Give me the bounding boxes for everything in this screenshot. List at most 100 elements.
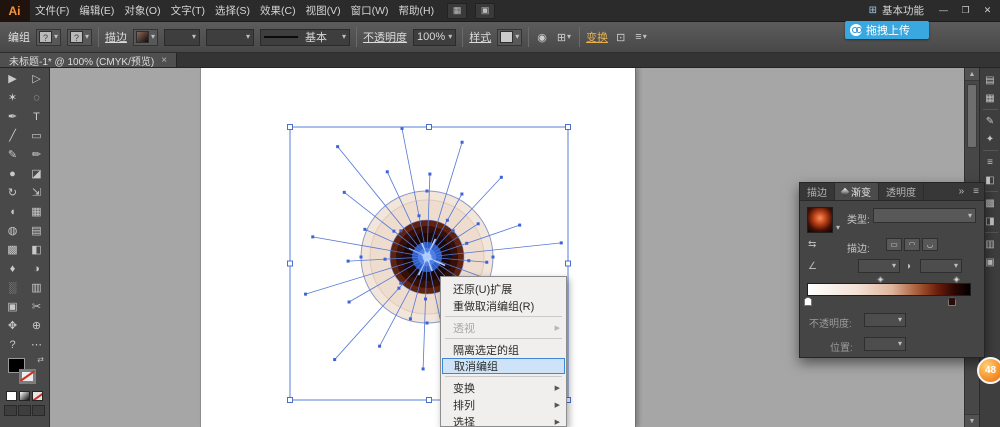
opacity-link[interactable]: 不透明度	[363, 29, 407, 45]
line-segment-tool[interactable]: ╱	[1, 126, 25, 145]
perspective-grid-tool[interactable]: ▤	[25, 221, 49, 240]
gradient-midpoint[interactable]	[952, 275, 961, 284]
draw-inside-button[interactable]	[32, 405, 45, 416]
tab-close-icon[interactable]: ×	[161, 55, 167, 66]
context-menu-item-ungroup[interactable]: 取消编组	[442, 358, 565, 374]
edit-toolbar-button[interactable]: ⋯	[25, 335, 49, 354]
eyedropper-tool[interactable]: ♦	[1, 259, 25, 278]
scrollbar-thumb[interactable]	[967, 84, 977, 148]
gradient-stop-end[interactable]	[948, 297, 956, 306]
magic-wand-tool[interactable]: ✶	[1, 88, 25, 107]
stroke-color-well[interactable]: ? ▾	[67, 28, 93, 46]
context-menu-item-isolate-selected-group[interactable]: 隔离选定的组	[441, 341, 566, 358]
stop-position-field[interactable]: ▾	[864, 337, 906, 351]
opacity-select[interactable]: 100% ▾	[413, 28, 457, 46]
shape-builder-tool[interactable]: ◍	[1, 221, 25, 240]
layout-switch-icon[interactable]: ▣	[475, 2, 496, 19]
gradient-type-select[interactable]: ▾	[873, 208, 976, 223]
stop-opacity-field[interactable]: ▾	[864, 313, 906, 327]
panel-menu-icon[interactable]: ≡	[968, 186, 984, 197]
menu-view[interactable]: 视图(V)	[301, 0, 346, 22]
drag-upload-button[interactable]: 拖拽上传	[845, 21, 929, 39]
draw-normal-button[interactable]	[4, 405, 17, 416]
free-transform-tool[interactable]: ▦	[25, 202, 49, 221]
menu-file[interactable]: 文件(F)	[30, 0, 74, 22]
color-button[interactable]	[6, 391, 17, 401]
selection-tool[interactable]: ▶	[1, 69, 25, 88]
hand-tool[interactable]: ✥	[1, 316, 25, 335]
control-panel-menu[interactable]: ≡ ▾	[633, 31, 648, 43]
blend-tool[interactable]: ◑	[25, 259, 49, 278]
align-dropdown[interactable]: ⊞ ▾	[555, 31, 573, 44]
scroll-up-icon[interactable]: ▲	[965, 68, 979, 81]
fill-color-well[interactable]: ? ▾	[36, 28, 62, 46]
swap-fill-stroke-icon[interactable]: ⇄	[37, 355, 44, 364]
symbols-panel-icon[interactable]: ✦	[982, 132, 998, 146]
type-tool[interactable]: T	[25, 107, 49, 126]
gradient-preset-dropdown-icon[interactable]: ▾	[836, 223, 840, 232]
stroke-across-button[interactable]: ◡	[922, 238, 938, 251]
reverse-gradient-icon[interactable]: ⇆	[808, 239, 816, 250]
gradient-preview-swatch[interactable]	[807, 207, 833, 233]
stroke-panel-icon[interactable]: ≡	[982, 155, 998, 169]
menu-type[interactable]: 文字(T)	[166, 0, 210, 22]
gradient-stop-start[interactable]	[804, 297, 812, 306]
menu-object[interactable]: 对象(O)	[119, 0, 165, 22]
draw-behind-button[interactable]	[18, 405, 31, 416]
direct-selection-tool[interactable]: ▷	[25, 69, 49, 88]
help-tool[interactable]: ?	[1, 335, 25, 354]
angle-field[interactable]: ▾	[858, 259, 900, 273]
panel-collapse-icon[interactable]: »	[955, 186, 969, 197]
stroke-panel-link[interactable]: 描边	[105, 29, 127, 45]
variable-width-select[interactable]: ▾	[206, 28, 255, 46]
tab-gradient[interactable]: 渐变	[835, 183, 879, 200]
scale-tool[interactable]: ⇲	[25, 183, 49, 202]
context-menu-item-undo-expand[interactable]: 还原(U)扩展	[441, 280, 566, 297]
notification-badge[interactable]: 48	[977, 357, 1000, 384]
artboard-tool[interactable]: ▣	[1, 297, 25, 316]
lasso-tool[interactable]: ◌	[25, 88, 49, 107]
column-graph-tool[interactable]: ▥	[25, 278, 49, 297]
aspect-ratio-field[interactable]: ▾	[920, 259, 962, 273]
menu-help[interactable]: 帮助(H)	[394, 0, 440, 22]
brush-definition-select[interactable]: 基本 ▾	[260, 28, 351, 46]
zoom-tool[interactable]: ⊕	[25, 316, 49, 335]
stroke-swatch[interactable]	[19, 369, 36, 384]
graphic-style-link[interactable]: 样式	[469, 29, 491, 45]
tab-stroke[interactable]: 描边	[800, 183, 835, 200]
isolate-mode-icon[interactable]: ⊡	[614, 31, 627, 44]
arrange-documents-icon[interactable]: ▦	[447, 2, 468, 19]
menu-window[interactable]: 窗口(W)	[346, 0, 394, 22]
width-tool[interactable]: ◖	[1, 202, 25, 221]
swatches-panel-icon[interactable]: ▦	[982, 91, 998, 105]
menu-select[interactable]: 选择(S)	[210, 0, 255, 22]
symbol-sprayer-tool[interactable]: ░	[1, 278, 25, 297]
document-tab[interactable]: 未标题-1* @ 100% (CMYK/预览) ×	[0, 53, 178, 68]
close-button[interactable]: ✕	[978, 3, 997, 19]
context-menu-item-arrange[interactable]: 排列 ▶	[441, 396, 566, 413]
context-menu-item-transform[interactable]: 变换 ▶	[441, 379, 566, 396]
mesh-tool[interactable]: ▩	[1, 240, 25, 259]
none-button[interactable]	[32, 391, 43, 401]
rectangle-tool[interactable]: ▭	[25, 126, 49, 145]
eraser-tool[interactable]: ◪	[25, 164, 49, 183]
stroke-along-button[interactable]: ◠	[904, 238, 920, 251]
context-menu-item-select[interactable]: 选择 ▶	[441, 413, 566, 427]
rotate-tool[interactable]: ↻	[1, 183, 25, 202]
context-menu-item-redo-ungroup[interactable]: 重做取消编组(R)	[441, 297, 566, 314]
stroke-gradient-swatch[interactable]: ▾	[133, 28, 159, 46]
slice-tool[interactable]: ✂	[25, 297, 49, 316]
scroll-down-icon[interactable]: ▼	[965, 414, 979, 427]
pen-tool[interactable]: ✒	[1, 107, 25, 126]
recolor-artwork-icon[interactable]: ◉	[535, 31, 549, 44]
transform-link[interactable]: 变换	[586, 29, 608, 45]
minimize-button[interactable]: —	[934, 3, 953, 19]
menu-edit[interactable]: 编辑(E)	[74, 0, 119, 22]
graphic-style-swatch[interactable]: ▾	[497, 28, 523, 46]
blob-brush-tool[interactable]: ●	[1, 164, 25, 183]
gradient-midpoint[interactable]	[876, 275, 885, 284]
pencil-tool[interactable]: ✏	[25, 145, 49, 164]
gradient-slider[interactable]	[807, 283, 971, 296]
stroke-weight-select[interactable]: ▾	[164, 28, 201, 46]
gradient-tool[interactable]: ◧	[25, 240, 49, 259]
